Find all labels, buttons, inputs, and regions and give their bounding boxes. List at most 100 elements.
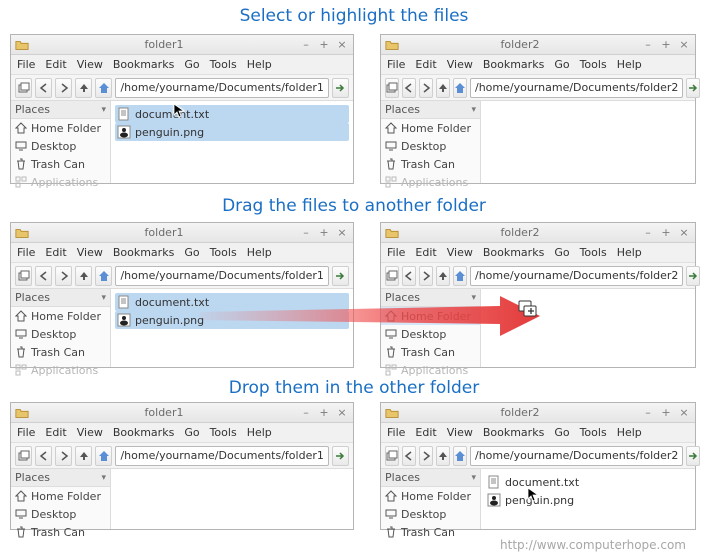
new-tab-button[interactable] [15, 446, 32, 466]
up-button[interactable] [75, 446, 92, 466]
sidebar-item-desktop[interactable]: Desktop [11, 325, 110, 343]
sidebar-item-desktop[interactable]: Desktop [381, 505, 480, 523]
new-tab-button[interactable] [385, 446, 399, 466]
go-button[interactable] [332, 78, 349, 98]
file-row[interactable]: penguin.png [115, 123, 349, 141]
menu-help[interactable]: Help [247, 426, 272, 439]
menu-file[interactable]: File [17, 246, 35, 259]
maximize-button[interactable]: + [659, 406, 673, 420]
sidebar-item-desktop[interactable]: Desktop [11, 505, 110, 523]
minimize-button[interactable]: – [641, 406, 655, 420]
menu-file[interactable]: File [17, 426, 35, 439]
back-button[interactable] [402, 446, 416, 466]
menu-go[interactable]: Go [554, 58, 569, 71]
menu-view[interactable]: View [447, 426, 473, 439]
maximize-button[interactable]: + [659, 226, 673, 240]
minimize-button[interactable]: – [299, 38, 313, 52]
new-tab-button[interactable] [15, 266, 32, 286]
menu-file[interactable]: File [387, 426, 405, 439]
file-row[interactable]: penguin.png [485, 491, 691, 509]
titlebar[interactable]: folder2 –+× [381, 403, 695, 423]
file-row[interactable]: document.txt [485, 473, 691, 491]
go-button[interactable] [686, 78, 700, 98]
menu-help[interactable]: Help [617, 246, 642, 259]
sidebar-item-trash[interactable]: Trash Can [11, 155, 110, 173]
menu-file[interactable]: File [387, 58, 405, 71]
file-pane[interactable] [481, 101, 695, 183]
menu-bookmarks[interactable]: Bookmarks [483, 58, 544, 71]
minimize-button[interactable]: – [641, 226, 655, 240]
forward-button[interactable] [419, 78, 433, 98]
back-button[interactable] [402, 78, 416, 98]
file-pane[interactable] [111, 469, 353, 529]
titlebar[interactable]: folder1 –+× [11, 403, 353, 423]
path-input[interactable]: /home/yourname/Documents/folder2 [470, 446, 683, 466]
menu-edit[interactable]: Edit [45, 58, 66, 71]
file-row[interactable]: document.txt [115, 293, 349, 311]
sidebar-header[interactable]: Places▾ [381, 289, 480, 307]
sidebar-header[interactable]: Places▾ [11, 101, 110, 119]
new-tab-button[interactable] [385, 78, 399, 98]
up-button[interactable] [436, 78, 450, 98]
sidebar-item-home[interactable]: Home Folder [381, 307, 480, 325]
menu-help[interactable]: Help [247, 58, 272, 71]
home-button[interactable] [95, 266, 112, 286]
menu-go[interactable]: Go [184, 246, 199, 259]
home-button[interactable] [453, 446, 467, 466]
back-button[interactable] [35, 266, 52, 286]
sidebar-header[interactable]: Places▾ [11, 469, 110, 487]
titlebar[interactable]: folder1 – + × [11, 35, 353, 55]
menu-view[interactable]: View [447, 246, 473, 259]
minimize-button[interactable]: – [641, 38, 655, 52]
minimize-button[interactable]: – [299, 406, 313, 420]
sidebar-header[interactable]: Places▾ [381, 101, 480, 119]
forward-button[interactable] [55, 78, 72, 98]
file-pane[interactable] [481, 289, 695, 367]
sidebar-header[interactable]: Places▾ [381, 469, 480, 487]
home-button[interactable] [453, 78, 467, 98]
go-button[interactable] [686, 446, 700, 466]
home-button[interactable] [95, 78, 112, 98]
menu-edit[interactable]: Edit [415, 246, 436, 259]
path-input[interactable]: /home/yourname/Documents/folder1 [115, 266, 328, 286]
maximize-button[interactable]: + [317, 226, 331, 240]
menu-help[interactable]: Help [617, 58, 642, 71]
sidebar-item-home[interactable]: Home Folder [11, 119, 110, 137]
sidebar-item-trash[interactable]: Trash Can [381, 155, 480, 173]
titlebar[interactable]: folder2 –+× [381, 223, 695, 243]
close-button[interactable]: × [677, 406, 691, 420]
menu-bookmarks[interactable]: Bookmarks [113, 58, 174, 71]
forward-button[interactable] [55, 446, 72, 466]
menu-bookmarks[interactable]: Bookmarks [483, 246, 544, 259]
menu-tools[interactable]: Tools [580, 246, 607, 259]
menu-go[interactable]: Go [184, 58, 199, 71]
sidebar-item-desktop[interactable]: Desktop [381, 325, 480, 343]
back-button[interactable] [35, 78, 52, 98]
path-input[interactable]: /home/yourname/Documents/folder2 [470, 266, 683, 286]
menu-view[interactable]: View [77, 426, 103, 439]
up-button[interactable] [75, 78, 92, 98]
menu-help[interactable]: Help [617, 426, 642, 439]
forward-button[interactable] [419, 446, 433, 466]
path-input[interactable]: /home/yourname/Documents/folder1 [115, 446, 328, 466]
menu-go[interactable]: Go [554, 426, 569, 439]
file-pane[interactable]: document.txt penguin.png [111, 289, 353, 367]
sidebar-item-trash[interactable]: Trash Can [11, 523, 110, 541]
sidebar-item-applications[interactable]: Applications [381, 173, 480, 191]
sidebar-item-home[interactable]: Home Folder [11, 487, 110, 505]
menu-tools[interactable]: Tools [210, 426, 237, 439]
up-button[interactable] [436, 446, 450, 466]
sidebar-item-home[interactable]: Home Folder [11, 307, 110, 325]
menu-help[interactable]: Help [247, 246, 272, 259]
close-button[interactable]: × [335, 38, 349, 52]
menu-tools[interactable]: Tools [210, 246, 237, 259]
menu-edit[interactable]: Edit [45, 246, 66, 259]
path-input[interactable]: /home/yourname/Documents/folder1 [115, 78, 328, 98]
menu-file[interactable]: File [17, 58, 35, 71]
maximize-button[interactable]: + [317, 38, 331, 52]
titlebar[interactable]: folder1 –+× [11, 223, 353, 243]
menu-bookmarks[interactable]: Bookmarks [483, 426, 544, 439]
close-button[interactable]: × [677, 38, 691, 52]
sidebar-item-home[interactable]: Home Folder [381, 487, 480, 505]
forward-button[interactable] [419, 266, 433, 286]
